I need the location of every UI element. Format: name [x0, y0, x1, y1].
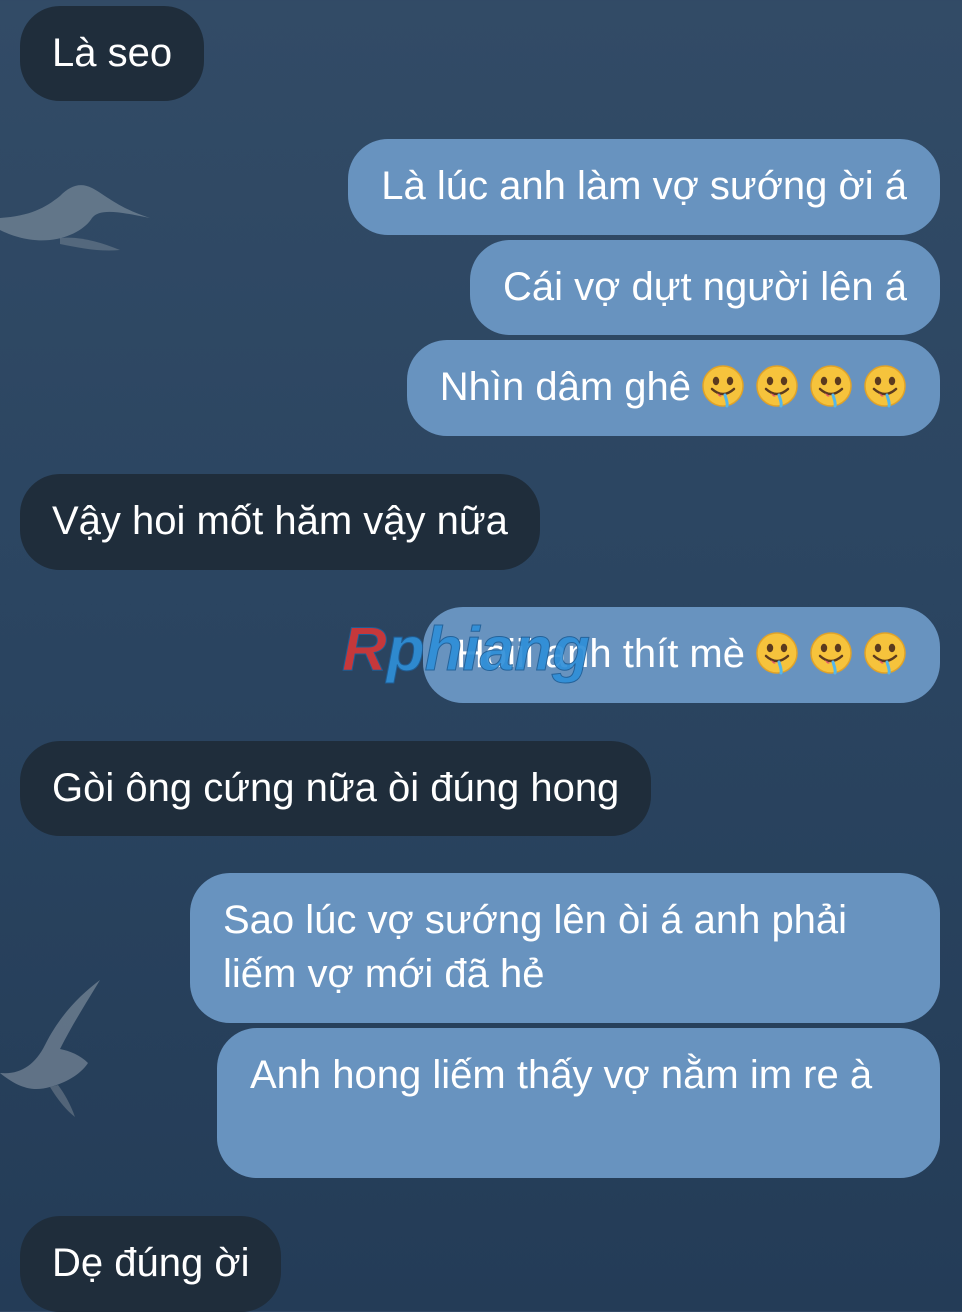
- message-outgoing[interactable]: Cái vợ dựt người lên á: [470, 240, 940, 335]
- message-text: Sao lúc vợ sướng lên òi á anh phải liếm …: [223, 898, 848, 996]
- message-incoming[interactable]: Dẹ đúng ời: [20, 1216, 282, 1312]
- drooling-face-emoji: [863, 364, 907, 408]
- message-outgoing[interactable]: Sao lúc vợ sướng lên òi á anh phải liếm …: [190, 873, 940, 1023]
- message-text: Dẹ đúng ời: [52, 1241, 250, 1285]
- seagull-icon: [0, 980, 100, 1117]
- message-text: Nhìn dâm ghê: [439, 365, 691, 409]
- message-incoming[interactable]: Vậy hoi mốt hăm vậy nữa: [20, 474, 540, 570]
- message-text: Là seo: [52, 31, 173, 75]
- message-outgoing[interactable]: Là lúc anh làm vợ sướng ời á: [348, 139, 940, 235]
- message-text: Vậy hoi mốt hăm vậy nữa: [52, 499, 508, 543]
- seagull-icon: [0, 185, 150, 251]
- drooling-face-emoji: [809, 631, 853, 675]
- message-text: Anh hong liếm thấy vợ nằm im re à: [250, 1053, 873, 1097]
- message-text: Cái vợ dựt người lên á: [503, 265, 907, 309]
- message-outgoing[interactable]: Nhìn dâm ghê: [406, 340, 940, 436]
- message-incoming[interactable]: Là seo: [20, 6, 205, 101]
- message-text: Gòi ông cứng nữa òi đúng hong: [52, 766, 620, 810]
- message-incoming[interactable]: Gòi ông cứng nữa òi đúng hong: [20, 741, 652, 836]
- watermark-logo: Rphiang: [342, 615, 591, 685]
- drooling-face-emoji: [809, 364, 853, 408]
- drooling-face-emoji: [755, 364, 799, 408]
- drooling-face-emoji: [863, 631, 907, 675]
- message-text: Là lúc anh làm vợ sướng ời á: [381, 164, 907, 208]
- message-outgoing[interactable]: Anh hong liếm thấy vợ nằm im re à: [217, 1028, 940, 1178]
- drooling-face-emoji: [701, 364, 745, 408]
- watermark-text: Rphiang: [342, 615, 590, 684]
- drooling-face-emoji: [755, 631, 799, 675]
